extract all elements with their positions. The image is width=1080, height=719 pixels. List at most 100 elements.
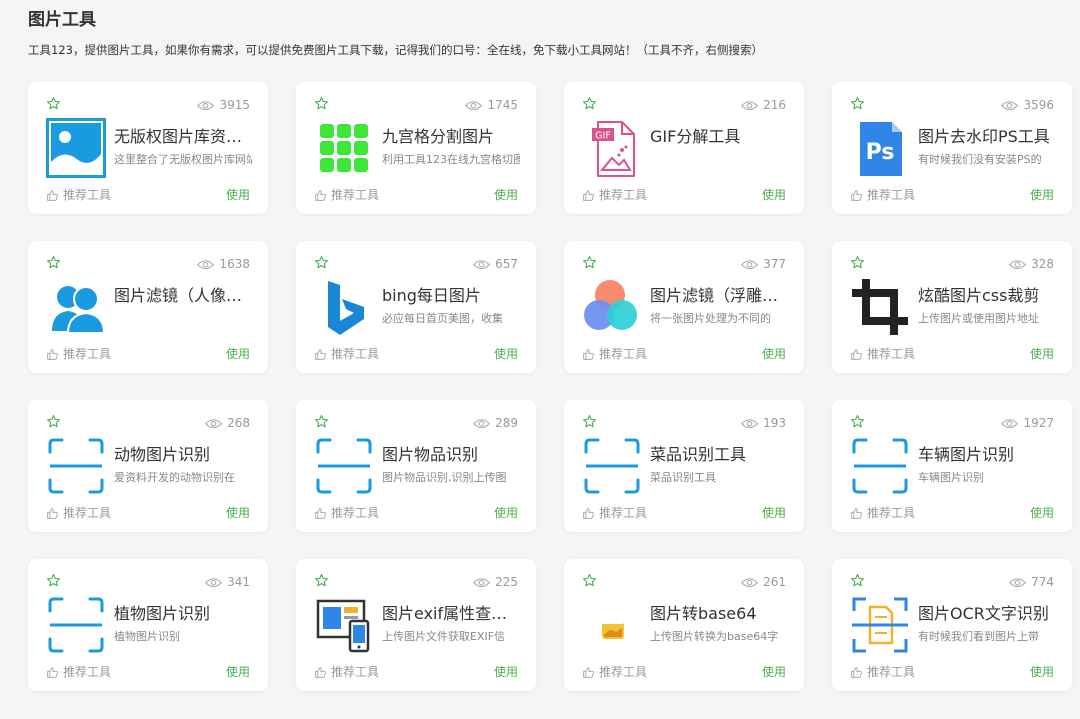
favorite-star-icon[interactable] [46,414,61,429]
use-button[interactable]: 使用 [226,664,250,680]
tool-name[interactable]: 图片滤镜（人像滤镜） [114,286,252,306]
recommend-label: 推荐工具 [331,188,380,202]
tool-name[interactable]: 图片物品识别 [382,445,520,465]
tool-name[interactable]: 植物图片识别 [114,604,252,624]
view-count-value: 225 [495,575,518,589]
use-button[interactable]: 使用 [1030,664,1054,680]
tool-name[interactable]: 动物图片识别 [114,445,252,465]
recommend-button[interactable]: 推荐工具 [850,346,915,362]
view-count-value: 261 [763,575,786,589]
favorite-star-icon[interactable] [582,573,597,588]
tool-card[interactable]: 657 bing每日图片 必应每日首页美图，收集 推荐工具 使用 [296,241,536,373]
favorite-star-icon[interactable] [314,255,329,270]
recommend-button[interactable]: 推荐工具 [850,505,915,521]
use-button[interactable]: 使用 [494,664,518,680]
recommend-button[interactable]: 推荐工具 [314,664,379,680]
tool-card[interactable]: 225 图片exif属性查看器 上传图片文件获取EXIF信 推荐工具 使用 [296,559,536,691]
favorite-star-icon[interactable] [46,573,61,588]
recommend-label: 推荐工具 [63,347,112,361]
tool-card[interactable]: 193 菜品识别工具 菜品识别工具 推荐工具 使用 [564,400,804,532]
use-button[interactable]: 使用 [226,505,250,521]
recommend-label: 推荐工具 [599,665,648,679]
tool-card[interactable]: 328 炫酷图片css裁剪 上传图片或使用图片地址 推荐工具 使用 [832,241,1072,373]
recommend-label: 推荐工具 [599,347,648,361]
favorite-star-icon[interactable] [46,96,61,111]
favorite-star-icon[interactable] [850,96,865,111]
favorite-star-icon[interactable] [850,573,865,588]
recommend-button[interactable]: 推荐工具 [314,505,379,521]
favorite-star-icon[interactable] [582,255,597,270]
scan-frame-icon [46,595,106,655]
use-button[interactable]: 使用 [494,346,518,362]
tool-name[interactable]: 图片滤镜（浮雕滤镜） [650,286,788,306]
use-button[interactable]: 使用 [226,346,250,362]
use-button[interactable]: 使用 [762,664,786,680]
tool-name[interactable]: 炫酷图片css裁剪 [918,286,1056,306]
recommend-button[interactable]: 推荐工具 [582,505,647,521]
tool-description: 有时候我们看到图片上带 [918,630,1039,643]
recommend-button[interactable]: 推荐工具 [850,187,915,203]
tool-name[interactable]: bing每日图片 [382,286,520,306]
favorite-star-icon[interactable] [314,573,329,588]
use-button[interactable]: 使用 [1030,187,1054,203]
tool-card[interactable]: 774 图片OCR文字识别有时候我们看到图片上带推荐工具 使用 [832,559,1072,691]
tool-card[interactable]: 268 动物图片识别 爱资料开发的动物识别在 推荐工具 使用 [28,400,268,532]
tool-name[interactable]: 图片去水印PS工具 [918,127,1056,147]
recommend-label: 推荐工具 [867,665,916,679]
use-button[interactable]: 使用 [226,187,250,203]
recommend-label: 推荐工具 [867,506,916,520]
view-count: 377 [741,257,786,271]
tool-name[interactable]: 九宫格分割图片 [382,127,520,147]
use-button[interactable]: 使用 [762,505,786,521]
favorite-star-icon[interactable] [582,96,597,111]
tool-name[interactable]: GIF分解工具 [650,127,788,147]
tool-name[interactable]: 车辆图片识别 [918,445,1056,465]
tool-name[interactable]: 图片转base64 [650,604,788,624]
favorite-star-icon[interactable] [850,255,865,270]
tool-card[interactable]: 1927 车辆图片识别 车辆图片识别 推荐工具 使用 [832,400,1072,532]
favorite-star-icon[interactable] [314,96,329,111]
use-button[interactable]: 使用 [1030,505,1054,521]
tool-card[interactable]: 289 图片物品识别 图片物品识别,识别上传图 推荐工具 使用 [296,400,536,532]
recommend-button[interactable]: 推荐工具 [582,346,647,362]
tool-card[interactable]: 341 植物图片识别 植物图片识别 推荐工具 使用 [28,559,268,691]
recommend-button[interactable]: 推荐工具 [46,664,111,680]
recommend-button[interactable]: 推荐工具 [46,187,111,203]
use-button[interactable]: 使用 [762,346,786,362]
tool-card[interactable]: 377 图片滤镜（浮雕滤镜） 将一张图片处理为不同的推荐工具 使用 [564,241,804,373]
favorite-star-icon[interactable] [314,414,329,429]
tool-card[interactable]: 3596 Ps 图片去水印PS工具 有时候我们没有安装PS的 推荐工具 使用 [832,82,1072,214]
recommend-button[interactable]: 推荐工具 [314,187,379,203]
recommend-button[interactable]: 推荐工具 [582,664,647,680]
view-count: 774 [1009,575,1054,589]
recommend-label: 推荐工具 [63,188,112,202]
recommend-label: 推荐工具 [599,506,648,520]
use-button[interactable]: 使用 [494,505,518,521]
favorite-star-icon[interactable] [46,255,61,270]
tool-name[interactable]: 菜品识别工具 [650,445,788,465]
eye-icon [473,418,491,429]
use-button[interactable]: 使用 [1030,346,1054,362]
recommend-button[interactable]: 推荐工具 [850,664,915,680]
recommend-button[interactable]: 推荐工具 [582,187,647,203]
view-count: 216 [741,98,786,112]
recommend-button[interactable]: 推荐工具 [46,505,111,521]
tool-card[interactable]: 3915 无版权图片库资源网站这里整合了无版权图片库网站推荐工具 使用 [28,82,268,214]
recommend-button[interactable]: 推荐工具 [314,346,379,362]
tool-card[interactable]: 1638 图片滤镜（人像滤镜） 推荐工具 使用 [28,241,268,373]
tool-card[interactable]: 216 GIF GIF分解工具 推荐工具 使用 [564,82,804,214]
view-count-value: 1745 [487,98,518,112]
use-button[interactable]: 使用 [762,187,786,203]
view-count-value: 289 [495,416,518,430]
tool-name[interactable]: 无版权图片库资源网站 [114,127,252,147]
use-button[interactable]: 使用 [494,187,518,203]
recommend-button[interactable]: 推荐工具 [46,346,111,362]
tool-card[interactable]: 1745 九宫格分割图片 利用工具123在线九宫格切图 推荐工具 使用 [296,82,536,214]
recommend-label: 推荐工具 [63,665,112,679]
thumbs-up-icon [850,507,863,520]
tool-name[interactable]: 图片OCR文字识别 [918,604,1056,624]
tool-name[interactable]: 图片exif属性查看器 [382,604,520,624]
favorite-star-icon[interactable] [850,414,865,429]
tool-card[interactable]: 261 图片转base64 上传图片转换为base64字 推荐工具 使用 [564,559,804,691]
favorite-star-icon[interactable] [582,414,597,429]
